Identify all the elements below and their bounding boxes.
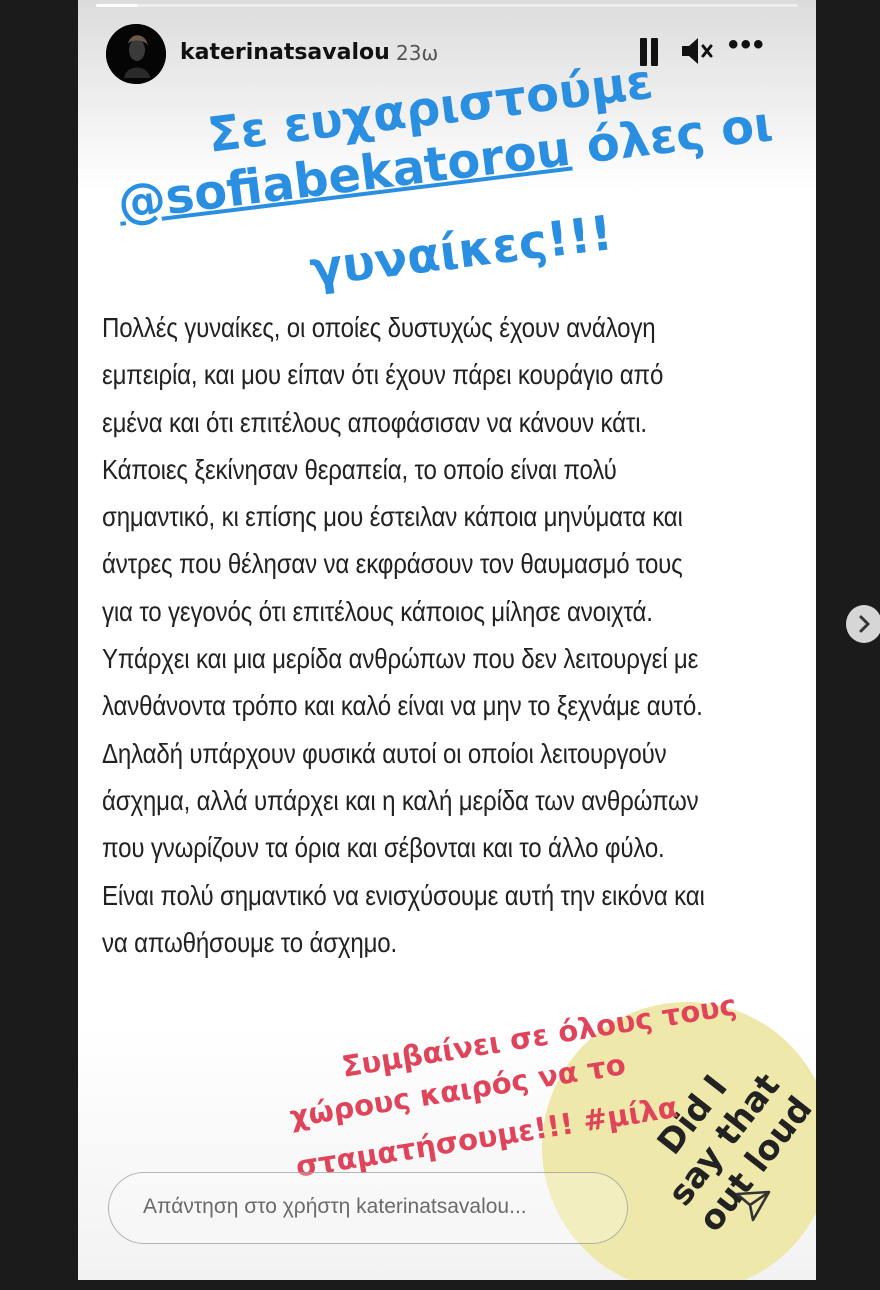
body-line: άσχημα, αλλά υπάρχει και η καλή μερίδα τ… — [102, 784, 699, 816]
body-line: που γνωρίζουν τα όρια και σέβονται και τ… — [102, 832, 665, 864]
story-progress-bar — [96, 4, 798, 7]
speaker-muted-icon[interactable] — [680, 36, 714, 71]
avatar[interactable] — [106, 24, 166, 84]
thanks-sticker-line3: γυναίκες!!! — [306, 205, 616, 298]
body-line: Πολλές γυναίκες, οι οποίες δυστυχώς έχου… — [102, 312, 656, 343]
body-line: για το γεγονός ότι επιτέλους κάποιος μίλ… — [102, 595, 653, 627]
more-icon[interactable]: ••• — [728, 30, 766, 60]
body-line: σημαντικό, κι επίσης μου έστειλαν κάποια… — [102, 501, 683, 533]
time-ago: 23ω — [396, 41, 439, 65]
body-line: Δηλαδή υπάρχουν φυσικά αυτοί οι οποίοι λ… — [102, 737, 667, 769]
body-line: εμένα και ότι επιτέλους αποφάσισαν να κά… — [102, 406, 647, 438]
reply-input[interactable]: Απάντηση στο χρήστη katerinatsavalou... — [108, 1172, 628, 1244]
body-line: Κάποιες ξεκίνησαν θεραπεία, το οποίο είν… — [102, 453, 617, 485]
reply-placeholder: Απάντηση στο χρήστη katerinatsavalou... — [143, 1195, 527, 1218]
avatar-image — [106, 24, 166, 84]
body-line: να απωθήσουμε το άσχημο. — [102, 926, 398, 958]
chevron-right-icon — [859, 615, 870, 633]
body-line: λανθάνοντα τρόπο και καλό είναι να μην τ… — [102, 690, 703, 722]
story-progress-fill — [96, 4, 139, 7]
body-line: Υπάρχει και μια μερίδα ανθρώπων που δεν … — [102, 643, 699, 675]
story-body-text: Πολλές γυναίκες, οι οποίες δυστυχώς έχου… — [102, 304, 713, 966]
body-line: Είναι πολύ σημαντικό να ενισχύσουμε αυτή… — [102, 879, 705, 911]
username[interactable]: katerinatsavalou — [180, 40, 390, 65]
send-icon[interactable] — [733, 1186, 773, 1226]
next-story-button[interactable] — [846, 605, 880, 643]
body-line: εμπειρία, και μου είπαν ότι έχουν πάρει … — [102, 359, 664, 391]
body-line: άντρες που θέλησαν να εκφράσουν τον θαυμ… — [102, 548, 683, 580]
story-frame: katerinatsavalou 23ω ••• Σε ευχαριστούμε… — [78, 0, 816, 1280]
